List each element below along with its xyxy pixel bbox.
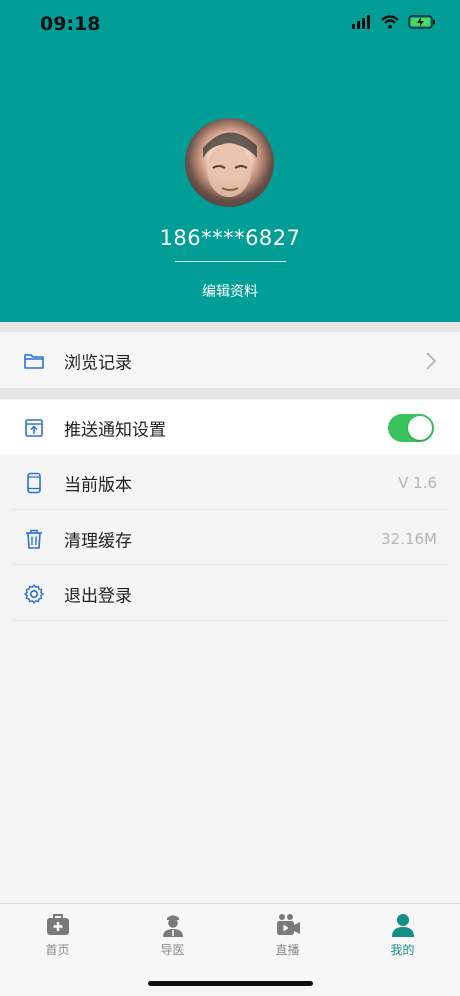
tab-label-guide: 导医: [160, 943, 185, 957]
avatar-photo: [203, 132, 257, 197]
edit-profile-link[interactable]: 编辑资料: [0, 281, 460, 301]
tab-label-live: 直播: [275, 943, 300, 957]
video-camera-icon: [276, 914, 300, 935]
phone-number: 186****6827: [159, 226, 301, 250]
browse-history-label: 浏览记录: [64, 353, 132, 373]
menu-item-push-settings: 推送通知设置: [0, 400, 460, 455]
row-divider: [12, 620, 448, 621]
clear-cache-label: 清理缓存: [64, 531, 132, 551]
tab-guide[interactable]: 导医: [115, 912, 230, 958]
tab-live[interactable]: 直播: [230, 912, 345, 958]
menu-item-current-version: 当前版本 V 1.6: [0, 455, 460, 510]
home-indicator: [148, 981, 313, 986]
push-settings-label: 推送通知设置: [64, 420, 166, 440]
medical-kit-icon: [46, 914, 69, 935]
upload-box-icon: [25, 418, 43, 437]
menu-item-logout[interactable]: 退出登录: [0, 566, 460, 621]
avatar[interactable]: [185, 118, 274, 207]
current-version-value: V 1.6: [398, 473, 437, 492]
chevron-right-icon: [426, 351, 436, 370]
current-version-label: 当前版本: [64, 475, 132, 495]
profile-header: 09:18 186****6827 编辑资料: [0, 0, 460, 322]
trash-icon: [26, 529, 42, 549]
folder-icon: [24, 353, 44, 369]
phone-icon: [27, 472, 41, 493]
toggle-knob: [408, 415, 432, 440]
menu-item-browse-history[interactable]: 浏览记录: [0, 333, 460, 388]
row-divider: [12, 564, 448, 565]
tab-label-mine: 我的: [390, 943, 415, 957]
tab-mine[interactable]: 我的: [345, 912, 460, 958]
phone-underline: [175, 261, 286, 262]
section-gap: [0, 388, 460, 399]
row-divider: [12, 509, 448, 510]
clear-cache-value: 32.16M: [381, 529, 437, 548]
signal-icon: [352, 15, 370, 29]
status-bar: 09:18: [0, 0, 460, 50]
doctor-icon: [162, 915, 183, 937]
status-icons: [352, 15, 436, 29]
tab-home[interactable]: 首页: [0, 912, 115, 958]
tab-label-home: 首页: [45, 943, 70, 957]
gear-icon: [24, 583, 44, 604]
status-time: 09:18: [40, 13, 101, 35]
menu-item-clear-cache[interactable]: 清理缓存 32.16M: [0, 511, 460, 566]
wifi-icon: [381, 15, 399, 29]
section-gap: [0, 322, 460, 332]
user-icon: [391, 914, 414, 937]
logout-label: 退出登录: [64, 586, 132, 606]
battery-charging-icon: [408, 15, 435, 29]
push-notification-toggle[interactable]: [388, 413, 434, 442]
